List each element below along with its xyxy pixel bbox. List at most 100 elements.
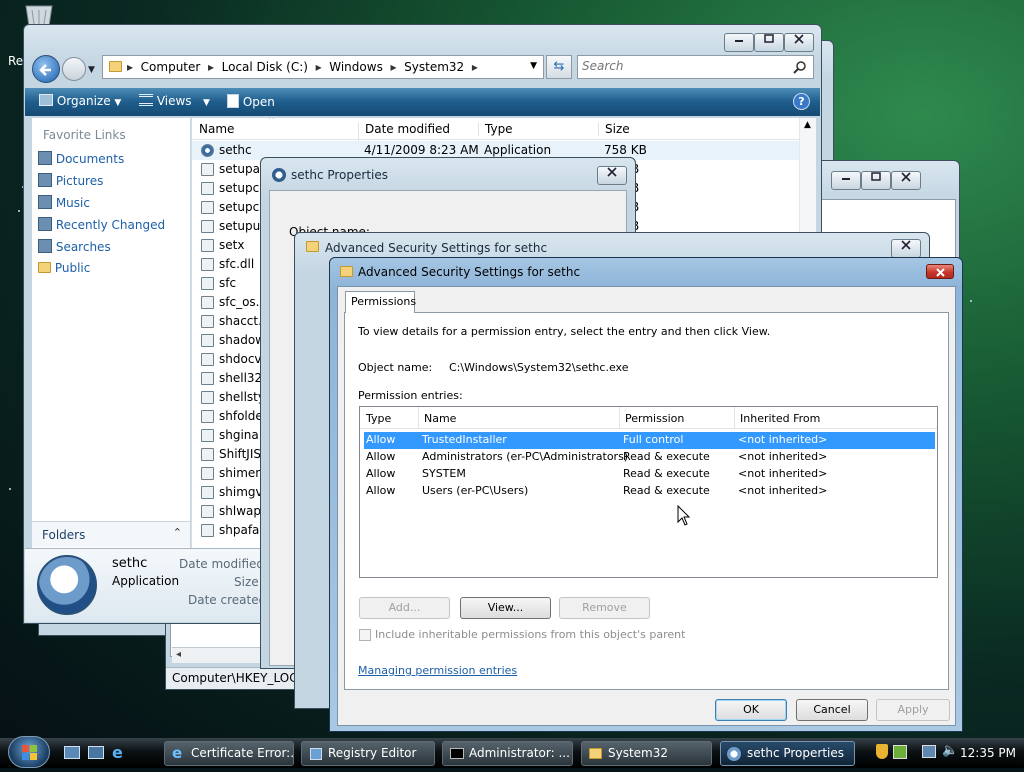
maximize-button[interactable]	[861, 171, 891, 190]
intro-text: To view details for a permission entry, …	[358, 325, 771, 338]
sethc-icon	[201, 144, 214, 157]
breadcrumb-local-disk[interactable]: Local Disk (C:)	[222, 60, 308, 74]
back-dialog-close-button[interactable]	[891, 239, 921, 258]
file-icon	[201, 372, 214, 385]
address-dropdown-icon[interactable]: ▼	[530, 61, 537, 71]
security-center-icon[interactable]	[893, 745, 907, 759]
advanced-security-settings-window[interactable]: Advanced Security Settings for sethc Per…	[329, 257, 963, 732]
public-folder-icon	[38, 262, 51, 273]
header-inherited-from[interactable]: Inherited From	[734, 407, 820, 429]
maximize-button[interactable]	[754, 33, 784, 52]
file-name: shdocvw.dll	[219, 352, 265, 366]
close-icon	[936, 268, 945, 277]
address-bar[interactable]: ▸ Computer ▸ Local Disk (C:) ▸ Windows ▸…	[102, 55, 544, 79]
object-name-value: C:\Windows\System32\sethc.exe	[449, 361, 629, 374]
breadcrumb-system32[interactable]: System32	[404, 60, 464, 74]
folder-icon	[589, 748, 602, 759]
file-icon	[201, 505, 214, 518]
history-dropdown-icon[interactable]: ▼	[88, 65, 95, 75]
permission-row[interactable]: Allow Administrators (er-PC\Administrator…	[360, 449, 937, 466]
views-button[interactable]: Views ▼	[139, 94, 210, 108]
back-button[interactable]	[32, 55, 60, 83]
open-button[interactable]: Open	[227, 94, 275, 109]
refresh-button[interactable]: ⇆	[546, 55, 572, 79]
switch-windows-icon[interactable]	[88, 746, 104, 759]
column-headers: Name ^ Date modified Type Size	[192, 118, 816, 144]
file-icon	[201, 182, 214, 195]
header-type[interactable]: Type	[366, 412, 391, 425]
help-icon[interactable]: ?	[793, 93, 810, 110]
taskbar-item-registry-editor[interactable]: Registry Editor	[301, 741, 435, 766]
dialog-close-button[interactable]	[926, 264, 954, 279]
show-desktop-icon[interactable]	[64, 746, 80, 759]
column-name[interactable]: Name	[199, 122, 234, 136]
cancel-button[interactable]: Cancel	[796, 699, 868, 721]
organize-button[interactable]: Organize ▼	[39, 94, 121, 108]
star	[970, 300, 972, 302]
collapse-chevron-icon[interactable]: ⌃	[173, 526, 182, 539]
remove-button[interactable]: Remove	[559, 597, 650, 619]
folders-bar[interactable]: Folders ⌃	[32, 521, 190, 547]
date-modified-label: Date modified:	[179, 557, 269, 571]
file-name: ShiftJIS.uce	[219, 447, 265, 461]
favorite-link-documents[interactable]: Documents	[38, 151, 124, 166]
apply-button[interactable]: Apply	[876, 699, 950, 721]
open-label: Open	[242, 95, 275, 109]
permission-row[interactable]: Allow SYSTEM Read & execute <not inherited>	[360, 466, 937, 483]
permission-entries-list[interactable]: Type Name Permission Inherited From Allo…	[359, 406, 938, 578]
properties-close-button[interactable]	[597, 166, 627, 185]
permission-row[interactable]: Allow Users (er-PC\Users) Read & execute <n…	[360, 483, 937, 500]
network-icon[interactable]	[922, 745, 936, 758]
favorite-link-pictures[interactable]: Pictures	[38, 173, 103, 188]
taskbar-item-system32[interactable]: System32	[581, 741, 712, 766]
inherit-checkbox[interactable]	[359, 629, 371, 641]
minimize-button[interactable]	[831, 171, 861, 190]
taskbar-item-administrator-cmd[interactable]: Administrator: ...	[442, 741, 573, 766]
volume-muted-icon[interactable]: 🔈	[942, 743, 958, 758]
header-permission[interactable]: Permission	[619, 407, 684, 429]
properties-title: sethc Properties	[291, 168, 389, 182]
file-icon	[201, 258, 214, 271]
scroll-left-icon[interactable]: ◂	[176, 649, 181, 660]
permission-row[interactable]: Allow TrustedInstaller Full control <not in…	[364, 432, 935, 449]
start-button[interactable]	[8, 736, 50, 768]
dialog-client-area: Permissions To view details for a permis…	[337, 286, 956, 726]
add-button[interactable]: Add...	[359, 597, 450, 619]
internet-explorer-icon[interactable]: e	[112, 744, 129, 761]
forward-button[interactable]	[62, 57, 86, 81]
favorite-link-searches[interactable]: Searches	[38, 239, 111, 254]
security-shield-icon[interactable]	[876, 744, 888, 759]
file-name: shfolder.dll	[219, 409, 265, 423]
tab-permissions[interactable]: Permissions	[345, 291, 416, 313]
breadcrumb-windows[interactable]: Windows	[329, 60, 383, 74]
favorite-link-public[interactable]: Public	[38, 261, 90, 275]
list-header: Type Name Permission Inherited From	[360, 407, 937, 429]
breadcrumb-computer[interactable]: Computer	[141, 60, 201, 74]
recycle-bin-label: Re	[8, 54, 24, 68]
file-icon	[201, 524, 214, 537]
column-type[interactable]: Type	[478, 122, 513, 136]
taskbar-item-sethc-properties[interactable]: sethc Properties	[720, 741, 855, 766]
close-button[interactable]	[891, 171, 921, 190]
scroll-up-icon[interactable]: ▲	[804, 120, 811, 130]
search-icon[interactable]	[793, 60, 807, 74]
file-name: setupcln	[219, 200, 265, 214]
recycle-bin-icon[interactable]	[20, 4, 58, 27]
clock[interactable]: 12:35 PM	[960, 746, 1016, 760]
search-input[interactable]	[582, 59, 782, 73]
taskbar-item-certificate-error[interactable]: e Certificate Error:...	[164, 741, 294, 766]
minimize-button[interactable]	[724, 33, 754, 52]
favorite-link-recently-changed[interactable]: Recently Changed	[38, 217, 165, 232]
favorite-link-music[interactable]: Music	[38, 195, 90, 210]
close-button[interactable]	[784, 33, 814, 52]
back-dialog-title: Advanced Security Settings for sethc	[325, 241, 548, 255]
column-size[interactable]: Size	[598, 122, 630, 136]
view-button[interactable]: View...	[460, 597, 551, 619]
file-name: shimeng.dll	[219, 466, 265, 480]
permissions-page: To view details for a permission entry, …	[344, 312, 949, 690]
permission-type: Allow	[366, 467, 396, 480]
search-box[interactable]	[577, 55, 814, 79]
header-name[interactable]: Name	[418, 407, 456, 429]
ok-button[interactable]: OK	[715, 699, 787, 721]
managing-permission-entries-link[interactable]: Managing permission entries	[358, 664, 517, 677]
